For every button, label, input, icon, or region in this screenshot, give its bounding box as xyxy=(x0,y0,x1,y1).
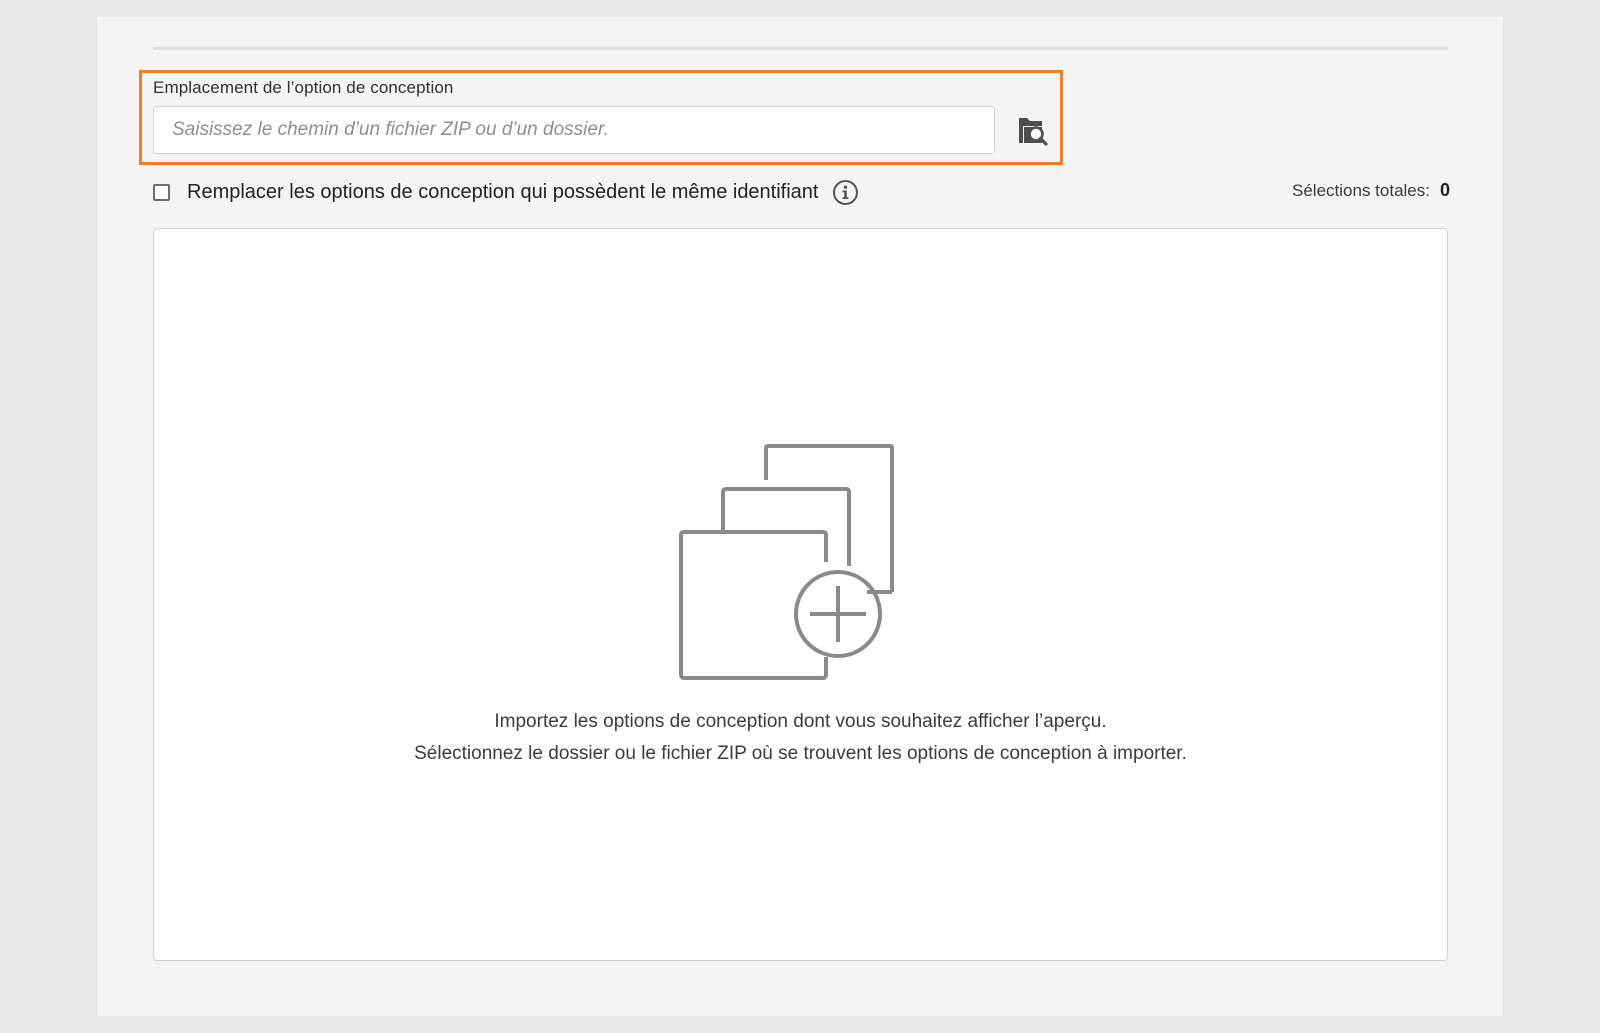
location-field-label: Emplacement de l’option de conception xyxy=(153,78,454,97)
empty-state-line-1: Importez les options de conception dont … xyxy=(494,711,1107,732)
total-selections-count: 0 xyxy=(1439,180,1450,200)
section-divider xyxy=(153,47,1448,50)
browse-button[interactable] xyxy=(1015,113,1051,147)
replace-checkbox[interactable] xyxy=(153,183,170,201)
replace-checkbox-label[interactable]: Remplacer les options de conception qui … xyxy=(187,181,818,204)
info-icon[interactable] xyxy=(832,179,859,206)
folder-search-icon xyxy=(1019,118,1048,146)
import-design-options-panel: Emplacement de l’option de conception Re… xyxy=(97,17,1503,1016)
replace-option-row: Remplacer les options de conception qui … xyxy=(153,177,859,207)
empty-state-line-2: Sélectionnez le dossier ou le fichier ZI… xyxy=(414,743,1187,764)
total-selections: Sélections totales: 0 xyxy=(1292,180,1450,201)
stacked-pages-add-icon xyxy=(679,444,894,680)
empty-state-message: Importez les options de conception dont … xyxy=(154,706,1447,770)
design-options-drop-zone[interactable]: Importez les options de conception dont … xyxy=(153,228,1448,961)
path-input[interactable] xyxy=(153,106,995,154)
total-selections-label: Sélections totales: xyxy=(1292,181,1430,200)
